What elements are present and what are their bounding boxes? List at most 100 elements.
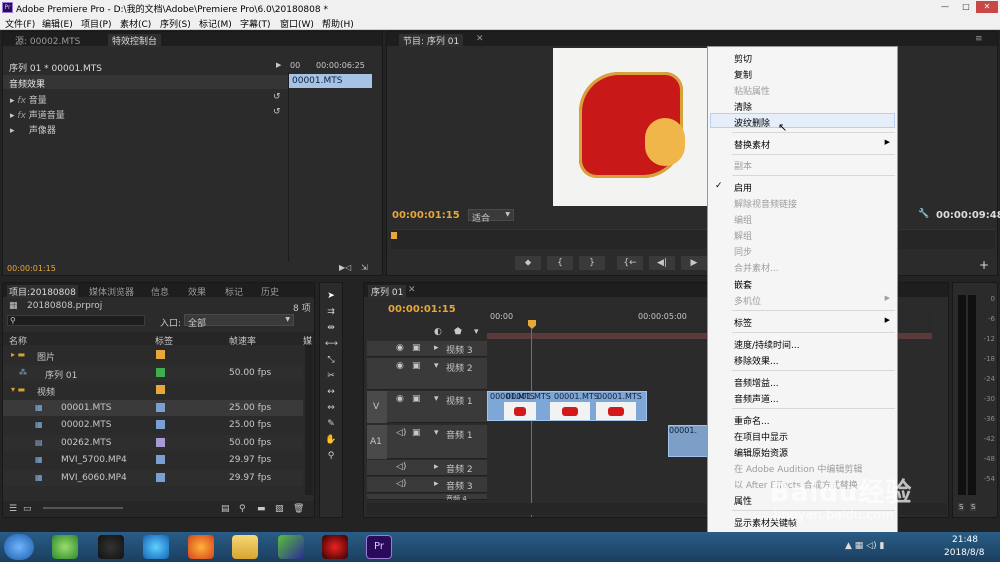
menu-title[interactable]: 字幕(T) bbox=[240, 17, 271, 30]
tab-close-icon[interactable]: ✕ bbox=[408, 285, 416, 295]
menu-item[interactable]: 解除视音频链接 bbox=[734, 197, 797, 210]
maximize-button[interactable]: □ bbox=[955, 1, 977, 13]
tab-effect-controls[interactable]: 特效控制台 bbox=[108, 34, 162, 47]
tab-info[interactable]: 信息 bbox=[151, 285, 169, 298]
close-button[interactable]: ✕ bbox=[976, 1, 998, 13]
eye-icon[interactable]: ◉ bbox=[396, 394, 404, 404]
zoom-slider[interactable] bbox=[43, 507, 123, 509]
v-target[interactable]: V bbox=[367, 391, 387, 423]
expand-icon[interactable]: ▸ bbox=[434, 462, 439, 472]
expand-icon[interactable]: ▸ bbox=[434, 479, 439, 489]
lock-icon[interactable]: ▣ bbox=[412, 428, 421, 438]
timeline-timecode[interactable]: 00:00:01:15 bbox=[388, 304, 456, 315]
menu-item[interactable]: 解组 bbox=[734, 229, 752, 242]
start-button[interactable] bbox=[4, 534, 34, 560]
menu-item[interactable]: 音频声道... bbox=[734, 392, 779, 405]
speaker-icon[interactable]: ◁) bbox=[396, 428, 406, 438]
settings-icon[interactable]: 🔧 bbox=[918, 209, 929, 219]
menu-item[interactable]: 替换素材 bbox=[734, 138, 770, 151]
step-back-button[interactable]: ◀| bbox=[649, 256, 675, 270]
collapse-icon[interactable]: ▾ bbox=[434, 394, 439, 404]
tab-effects[interactable]: 效果 bbox=[188, 285, 206, 298]
slide-tool-icon[interactable]: ⇔ bbox=[325, 402, 337, 414]
program-timecode[interactable]: 00:00:01:15 bbox=[392, 210, 460, 221]
tab-media-browser[interactable]: 媒体浏览器 bbox=[89, 285, 134, 298]
firefox-icon[interactable] bbox=[188, 535, 214, 559]
find-icon[interactable]: ⚲ bbox=[239, 504, 246, 514]
menu-item[interactable]: 重命名... bbox=[734, 414, 770, 427]
expand-icon[interactable]: ▸ bbox=[434, 343, 439, 353]
slip-tool-icon[interactable]: ↔ bbox=[325, 386, 337, 398]
menu-item[interactable]: 合并素材... bbox=[734, 261, 779, 274]
menu-item[interactable]: 波纹删除 bbox=[734, 116, 770, 129]
expand-icon[interactable]: ▸ bbox=[10, 111, 15, 121]
ripple-edit-tool-icon[interactable]: ⇹ bbox=[325, 322, 337, 334]
project-scrollbar[interactable] bbox=[305, 345, 313, 495]
tab-sequence[interactable]: 序列 01 bbox=[368, 285, 407, 298]
add-marker-icon[interactable]: ▾ bbox=[474, 327, 479, 337]
razor-tool-icon[interactable]: ✂ bbox=[325, 370, 337, 382]
zoom-tool-icon[interactable]: ⚲ bbox=[325, 450, 337, 462]
audio-clip[interactable]: 00001. bbox=[668, 425, 708, 457]
project-item[interactable]: ▦ MVI_5700.MP4 29.97 fps bbox=[3, 452, 303, 468]
solo-left-button[interactable]: S bbox=[958, 503, 965, 511]
label-color-swatch[interactable] bbox=[156, 472, 165, 482]
eye-icon[interactable]: ◉ bbox=[396, 343, 404, 353]
menu-marker[interactable]: 标记(M) bbox=[199, 17, 232, 30]
tray-icons[interactable]: ▲ ▦ ◁) ▮ bbox=[845, 541, 884, 551]
add-marker-button[interactable]: ⬥ bbox=[515, 256, 541, 270]
project-item[interactable]: ⁂ 序列 01 50.00 fps bbox=[3, 364, 303, 381]
effect-row-panner[interactable]: ▸ 声像器 bbox=[10, 123, 56, 136]
new-item-icon[interactable]: ▧ bbox=[275, 504, 284, 514]
project-item[interactable]: ▦ 00002.MTS 25.00 fps bbox=[3, 417, 303, 433]
play-button[interactable]: ▶ bbox=[681, 256, 707, 270]
go-to-in-button[interactable]: {← bbox=[617, 256, 643, 270]
project-item[interactable]: ▤ 00262.MTS 50.00 fps bbox=[3, 434, 303, 451]
expand-icon[interactable]: ▸ bbox=[10, 126, 15, 136]
icon-view-icon[interactable]: ▭ bbox=[23, 504, 32, 514]
menu-item[interactable]: 副本 bbox=[734, 159, 752, 172]
lock-icon[interactable]: ▣ bbox=[412, 343, 421, 353]
search-input[interactable]: ⚲ bbox=[7, 315, 145, 326]
menu-item[interactable]: 编组 bbox=[734, 213, 752, 226]
menu-item[interactable]: 嵌套 bbox=[734, 278, 752, 291]
minimize-button[interactable]: — bbox=[934, 1, 956, 13]
menu-item[interactable]: 在项目中显示 bbox=[734, 430, 788, 443]
pen-tool-icon[interactable]: ✎ bbox=[325, 418, 337, 430]
label-color-swatch[interactable] bbox=[156, 420, 165, 429]
menu-item[interactable]: 速度/持续时间... bbox=[734, 338, 800, 351]
solo-right-button[interactable]: S bbox=[970, 503, 977, 511]
effect-row-channel-volume[interactable]: ▸ fx 声道音量 bbox=[10, 108, 65, 121]
speaker-icon[interactable]: ◁) bbox=[396, 479, 406, 489]
menu-item[interactable]: 剪切 bbox=[734, 52, 752, 65]
clock-date[interactable]: 2018/8/8 bbox=[944, 548, 984, 558]
column-framerate[interactable]: 帧速率 bbox=[229, 334, 256, 347]
zoom-dropdown[interactable]: 适合 ▼ bbox=[468, 209, 514, 224]
menu-sequence[interactable]: 序列(S) bbox=[160, 17, 191, 30]
menu-file[interactable]: 文件(F) bbox=[5, 17, 35, 30]
column-label[interactable]: 标签 bbox=[155, 334, 173, 347]
menu-item[interactable]: 编辑原始资源 bbox=[734, 446, 788, 459]
expand-icon[interactable]: ▸ bbox=[10, 96, 15, 106]
collapse-icon[interactable]: ▾ bbox=[434, 428, 439, 438]
menu-clip[interactable]: 素材(C) bbox=[120, 17, 151, 30]
marker-icon[interactable]: ⬟ bbox=[454, 327, 462, 337]
reset-icon[interactable]: ↺ bbox=[273, 92, 281, 102]
list-view-icon[interactable]: ☰ bbox=[9, 504, 17, 514]
selection-tool-icon[interactable]: ➤ bbox=[325, 290, 337, 302]
menu-item[interactable]: 复制 bbox=[734, 68, 752, 81]
hand-tool-icon[interactable]: ✋ bbox=[325, 434, 337, 446]
menu-item[interactable]: 多机位 bbox=[734, 294, 761, 307]
tab-close-icon[interactable]: ✕ bbox=[476, 34, 484, 44]
entry-dropdown[interactable]: 全部 ▼ bbox=[184, 314, 294, 329]
app-icon-360[interactable] bbox=[52, 535, 78, 559]
menu-item[interactable]: 音频增益... bbox=[734, 376, 779, 389]
effect-row-volume[interactable]: ▸ fx 音量 bbox=[10, 93, 47, 106]
clip-bar[interactable]: 00001.MTS bbox=[289, 74, 372, 88]
qq-icon[interactable] bbox=[98, 535, 124, 559]
premiere-taskbar-icon[interactable]: Pr bbox=[366, 535, 392, 559]
eye-icon[interactable]: ◉ bbox=[396, 361, 404, 371]
label-color-swatch[interactable] bbox=[156, 385, 165, 394]
audio-icon[interactable]: ▶◁ bbox=[339, 263, 351, 272]
effect-timecode[interactable]: 00:00:01:15 bbox=[7, 264, 56, 273]
